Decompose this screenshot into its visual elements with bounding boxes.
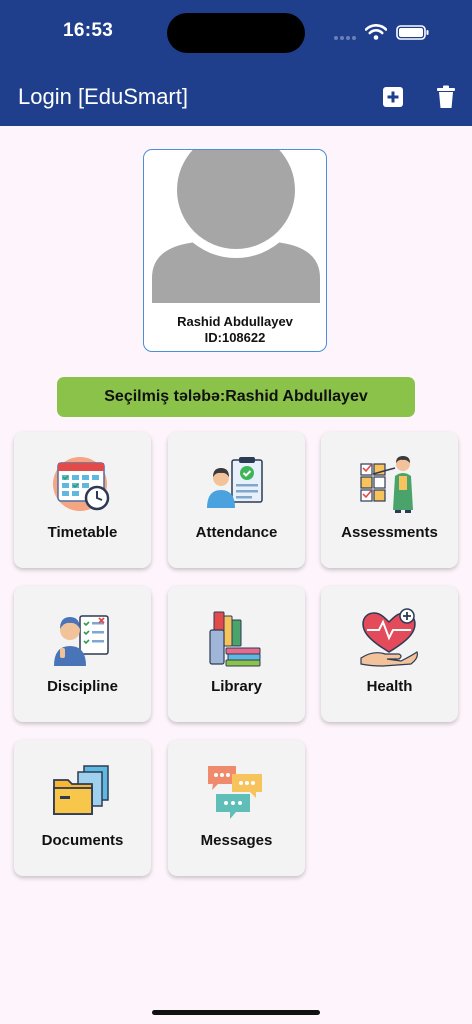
heart-hand-icon — [360, 608, 418, 667]
tile-documents[interactable]: Documents — [14, 740, 151, 876]
tile-timetable[interactable]: Timetable — [14, 432, 151, 568]
calendar-clock-icon — [53, 457, 110, 511]
tile-label: Attendance — [195, 524, 278, 541]
status-time: 16:53 — [63, 20, 114, 41]
tile-label: Health — [366, 678, 413, 695]
tile-assessments[interactable]: Assessments — [321, 432, 458, 568]
plus-square-icon[interactable] — [381, 84, 405, 110]
chat-bubbles-icon — [208, 766, 262, 819]
wifi-icon — [365, 24, 387, 40]
cellular-signal-icon — [334, 36, 358, 40]
person-silhouette-icon — [152, 150, 320, 303]
trash-icon[interactable] — [434, 84, 458, 110]
selected-student-bar[interactable]: Seçilmiş tələbə:Rashid Abdullayev — [57, 377, 415, 417]
tile-library[interactable]: Library — [168, 586, 305, 722]
tile-attendance[interactable]: Attendance — [168, 432, 305, 568]
tile-health[interactable]: Health — [321, 586, 458, 722]
attendance-clipboard-icon — [207, 457, 263, 508]
tile-label: Documents — [41, 832, 124, 849]
tile-label: Messages — [200, 832, 273, 849]
home-indicator[interactable] — [152, 1010, 320, 1015]
dynamic-island — [167, 13, 305, 53]
student-profile-card[interactable]: Rashid Abdullayev ID:108622 — [143, 149, 327, 352]
discipline-checklist-icon — [54, 615, 109, 666]
app-header: 16:53 Login [EduSmart] — [0, 0, 472, 126]
battery-icon — [396, 25, 429, 40]
tile-label: Assessments — [341, 524, 438, 541]
page-title: Login [EduSmart] — [18, 84, 188, 109]
student-name: Rashid Abdullayev — [177, 314, 293, 329]
student-id: ID:108622 — [204, 330, 266, 345]
tile-discipline[interactable]: Discipline — [14, 586, 151, 722]
tile-label: Timetable — [47, 524, 118, 541]
assessment-board-icon — [360, 456, 413, 513]
tile-messages[interactable]: Messages — [168, 740, 305, 876]
books-icon — [209, 611, 261, 667]
tile-label: Library — [211, 678, 262, 695]
tile-label: Discipline — [47, 678, 118, 695]
folder-documents-icon — [53, 765, 109, 815]
